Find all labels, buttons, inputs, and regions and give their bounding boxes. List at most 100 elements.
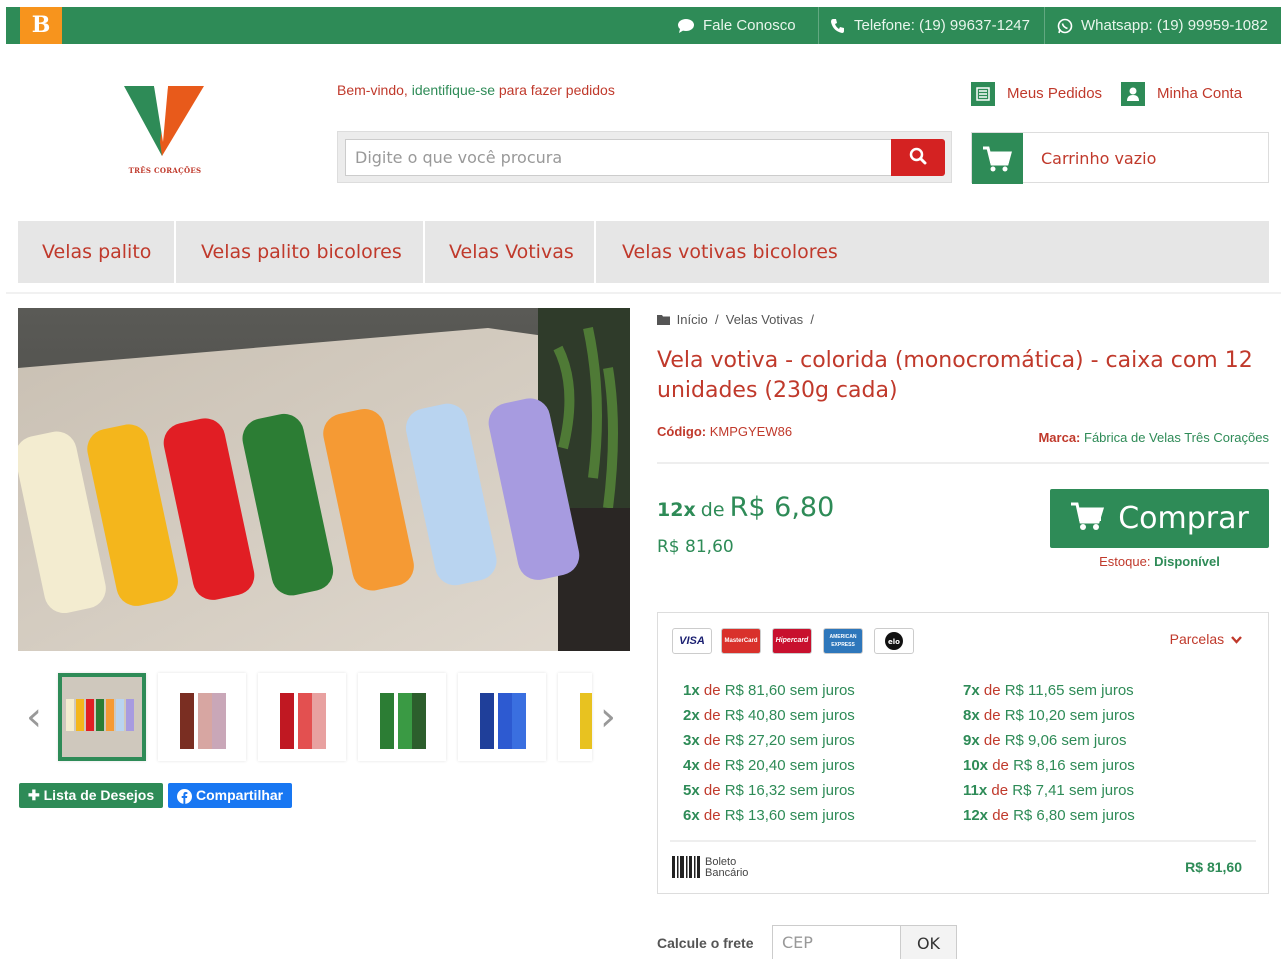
my-account-link[interactable]: Minha Conta (1121, 81, 1242, 107)
wishlist-button[interactable]: ✚ Lista de Desejos (19, 783, 164, 808)
header-divider (6, 292, 1281, 294)
installment-count: 5x (683, 782, 700, 799)
divider (657, 462, 1269, 464)
contact-link[interactable]: Fale Conosco (677, 7, 796, 44)
installment-value: R$ 6,80 sem juros (1013, 807, 1135, 824)
installment-value: R$ 40,80 sem juros (724, 707, 855, 724)
installment-option: 9x de R$ 9,06 sem juros (963, 732, 1126, 749)
whatsapp-icon (1057, 18, 1073, 34)
phone-label: Telefone: (19) 99637-1247 (854, 17, 1030, 34)
installments-toggle-label: Parcelas (1169, 631, 1225, 647)
installment-price: 12x de R$ 6,80 (657, 492, 834, 523)
installments-toggle[interactable]: Parcelas (1170, 631, 1242, 647)
cart-icon (1071, 502, 1105, 530)
search-input[interactable]: Digite o que você procura (345, 139, 893, 176)
thumbnail[interactable] (258, 673, 346, 761)
shipping-label: Calcule o frete (657, 935, 754, 951)
product-title: Vela votiva - colorida (monocromática) -… (657, 348, 1253, 403)
whatsapp-link[interactable]: Whatsapp: (19) 99959-1082 (1057, 7, 1268, 44)
chevron-down-icon (1231, 636, 1242, 644)
topbar-divider (1044, 7, 1045, 44)
installment-de: de (991, 782, 1009, 799)
installment-option: 2x de R$ 40,80 sem juros (683, 707, 855, 724)
store-badge[interactable]: B (20, 7, 62, 44)
installment-value: R$ 9,06 sem juros (1004, 732, 1127, 749)
nav-divider (174, 221, 176, 283)
installment-count: 1x (683, 682, 700, 699)
installment-value: R$ 13,60 sem juros (724, 807, 855, 824)
breadcrumb: Início / Velas Votivas / (657, 312, 814, 327)
installment-option: 5x de R$ 16,32 sem juros (683, 782, 855, 799)
welcome-prefix: Bem-vindo, (337, 82, 412, 98)
brand-label: Marca: (1038, 430, 1081, 445)
installment-de: de (992, 757, 1009, 774)
breadcrumb-category[interactable]: Velas Votivas (726, 312, 803, 327)
nav-item-velas-palito[interactable]: Velas palito (42, 221, 151, 283)
search-icon (909, 147, 927, 165)
buy-label: Comprar (1118, 501, 1249, 536)
breadcrumb-home[interactable]: Início (677, 312, 708, 327)
nav-item-velas-votivas-bicolores[interactable]: Velas votivas bicolores (622, 221, 838, 283)
thumbnail[interactable] (458, 673, 546, 761)
installment-de: de (983, 707, 1001, 724)
installment-de: de (703, 682, 721, 699)
phone-icon (831, 19, 844, 34)
thumbnail[interactable] (558, 673, 592, 761)
installment-option: 11x de R$ 7,41 sem juros (963, 782, 1134, 799)
amex-card-icon: AMERICAN EXPRESS (823, 628, 863, 654)
installment-count: 3x (683, 732, 700, 749)
product-main-image[interactable] (18, 308, 630, 651)
installment-option: 3x de R$ 27,20 sem juros (683, 732, 855, 749)
thumbnail-carousel: ‹ › (18, 670, 630, 764)
chevron-right-icon[interactable]: › (600, 694, 616, 740)
installment-count: 6x (683, 807, 700, 824)
welcome-text: Bem-vindo, identifique-se para fazer ped… (337, 82, 615, 98)
my-orders-label: Meus Pedidos (1007, 85, 1103, 102)
nav-item-velas-votivas[interactable]: Velas Votivas (449, 221, 574, 283)
my-account-label: Minha Conta (1157, 85, 1243, 102)
nav-item-velas-palito-bicolores[interactable]: Velas palito bicolores (201, 221, 402, 283)
search-button[interactable] (891, 139, 945, 176)
breadcrumb-separator: / (711, 312, 723, 327)
chevron-left-icon[interactable]: ‹ (26, 694, 42, 740)
nav-divider (423, 221, 425, 283)
boleto-price: R$ 81,60 (1185, 859, 1242, 875)
stock-status: Estoque: Disponível (1050, 554, 1269, 569)
brand-link[interactable]: Fábrica de Velas Três Corações (1084, 430, 1269, 445)
installment-de: de (703, 807, 721, 824)
installment-de: de (703, 732, 721, 749)
user-icon (1121, 82, 1145, 107)
my-orders-link[interactable]: Meus Pedidos (971, 81, 1102, 107)
installment-count: 8x (963, 707, 980, 724)
login-link[interactable]: identifique-se (412, 82, 495, 98)
share-facebook-button[interactable]: Compartilhar (168, 783, 293, 808)
wishlist-label: Lista de Desejos (43, 787, 155, 803)
installment-count: 11x (963, 782, 988, 799)
installment-value: R$ 20,40 sem juros (724, 757, 855, 774)
cart-widget[interactable]: Carrinho vazio (971, 132, 1269, 184)
phone-link[interactable]: Telefone: (19) 99637-1247 (830, 7, 1030, 44)
installment-count: 7x (963, 682, 980, 699)
calculate-shipping-button[interactable]: OK (900, 925, 957, 959)
installment-option: 4x de R$ 20,40 sem juros (683, 757, 855, 774)
installment-de: de (703, 782, 721, 799)
search-bar: Digite o que você procura (337, 131, 952, 183)
whatsapp-label: Whatsapp: (19) 99959-1082 (1081, 17, 1268, 34)
installment-de: de (700, 499, 725, 521)
installment-option: 7x de R$ 11,65 sem juros (963, 682, 1134, 699)
installment-count: 12x (657, 499, 696, 521)
installment-option: 8x de R$ 10,20 sem juros (963, 707, 1135, 724)
product-brand: Marca: Fábrica de Velas Três Corações (1038, 430, 1269, 445)
buy-button[interactable]: Comprar (1050, 489, 1269, 548)
installment-value: R$ 7,41 sem juros (1012, 782, 1134, 799)
installment-option: 1x de R$ 81,60 sem juros (683, 682, 855, 699)
cep-input[interactable]: CEP (772, 925, 902, 959)
thumbnail[interactable] (58, 673, 146, 761)
thumbnail[interactable] (158, 673, 246, 761)
category-nav: Velas palito Velas palito bicolores Vela… (18, 221, 1269, 283)
installment-option: 6x de R$ 13,60 sem juros (683, 807, 855, 824)
installment-de: de (703, 707, 721, 724)
installment-count: 9x (963, 732, 980, 749)
thumbnail[interactable] (358, 673, 446, 761)
store-logo[interactable] (120, 82, 210, 178)
